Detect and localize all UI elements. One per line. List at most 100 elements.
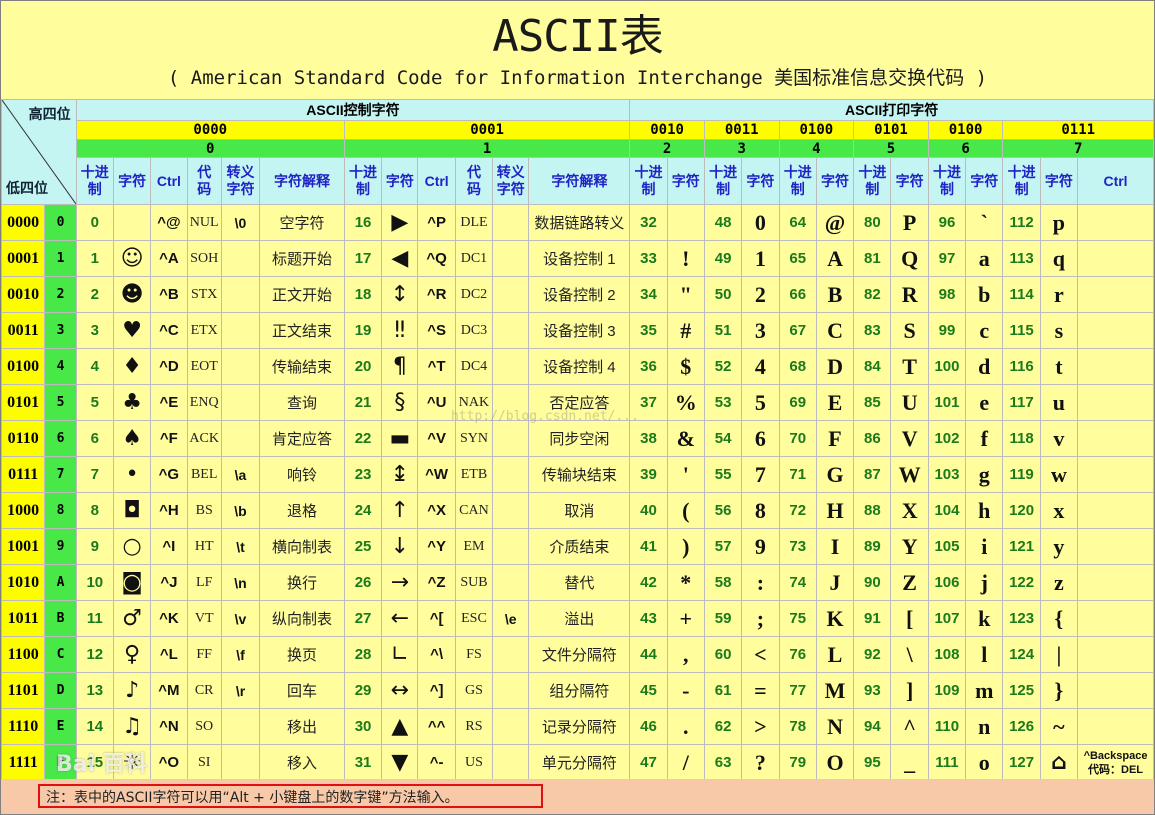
ctrl-cell-empty	[1077, 420, 1154, 457]
dec-cell: 126	[1002, 708, 1041, 745]
ctrl-cell: ^H	[150, 492, 188, 529]
char-cell: .	[666, 708, 705, 745]
ctrl-cell: ^D	[150, 348, 188, 385]
dec-cell: 55	[703, 456, 743, 493]
code-cell: DC4	[454, 348, 494, 385]
char-cell: b	[965, 276, 1004, 313]
escape-cell	[220, 708, 261, 745]
low-bits: 1100	[1, 636, 46, 673]
desc-cell: 移入	[259, 744, 345, 781]
char-cell: H	[815, 492, 855, 529]
escape-cell	[492, 492, 530, 529]
dec-cell: 105	[927, 528, 967, 565]
dec-cell: 109	[927, 672, 967, 709]
dec-cell: 112	[1002, 204, 1041, 241]
dec-cell: 95	[853, 744, 892, 781]
col-header-dec: 十进制	[75, 157, 114, 205]
escape-cell	[492, 312, 530, 349]
char-cell: a	[965, 240, 1004, 277]
dec-cell: 57	[703, 528, 743, 565]
desc-cell: 组分隔符	[528, 672, 631, 709]
desc-cell: 纵向制表	[259, 600, 345, 637]
dec-cell: 47	[629, 744, 668, 781]
col-header-desc: 字符解释	[259, 157, 345, 205]
char-cell: :	[741, 564, 780, 601]
code-cell: NUL	[186, 204, 222, 241]
ctrl-cell-empty	[1077, 528, 1154, 565]
dec-cell: 5	[75, 384, 114, 421]
watermark-logo: Bai 百科	[56, 752, 147, 777]
dec-cell: 41	[629, 528, 668, 565]
escape-cell: \r	[220, 672, 261, 709]
char-cell: x	[1039, 492, 1079, 529]
ctrl-cell: ^]	[417, 672, 456, 709]
char-cell: ◙	[112, 564, 152, 601]
dec-cell: 34	[629, 276, 668, 313]
low-hex: 9	[44, 528, 77, 565]
high-num-5: 5	[853, 139, 929, 158]
dec-cell: 69	[778, 384, 817, 421]
char-cell: )	[666, 528, 705, 565]
desc-cell: 标题开始	[259, 240, 345, 277]
ctrl-cell: ^B	[150, 276, 188, 313]
char-cell: ♂	[112, 600, 152, 637]
table-row: 1011 B 11 ♂ ^K VT \v 纵向制表 27 ← ^[ESC \e 溢出 43 +59; 75 K 9…	[1, 600, 1154, 637]
char-cell: ♦	[112, 348, 152, 385]
low-hex: 4	[44, 348, 77, 385]
low-hex: 5	[44, 384, 77, 421]
code-cell: US	[454, 744, 494, 781]
escape-cell	[492, 528, 530, 565]
code-cell: DC3	[454, 312, 494, 349]
low-hex: 3	[44, 312, 77, 349]
char-cell: A	[815, 240, 855, 277]
low-hex: 0	[44, 204, 77, 241]
del-note: ^Backspace 代码：DEL	[1077, 744, 1154, 781]
dec-cell: 116	[1002, 348, 1041, 385]
code-cell: EOT	[186, 348, 222, 385]
char-cell: j	[965, 564, 1004, 601]
char-cell: f	[965, 420, 1004, 457]
dec-cell: 8	[75, 492, 114, 529]
ctrl-cell: ^C	[150, 312, 188, 349]
ctrl-cell: ^@	[150, 204, 188, 241]
char-cell: ♠	[112, 420, 152, 457]
char-cell: g	[965, 456, 1004, 493]
char-cell: X	[890, 492, 929, 529]
char-cell: W	[890, 456, 929, 493]
high-bits-4: 0100	[778, 120, 855, 140]
desc-cell: 设备控制 4	[528, 348, 631, 385]
low-bits: 1001	[1, 528, 46, 565]
low-bits: 0111	[1, 456, 46, 493]
low-bits: 1011	[1, 600, 46, 637]
char-cell: ⌂	[1039, 744, 1079, 781]
char-cell: ;	[741, 600, 780, 637]
char-cell: _	[890, 744, 929, 781]
dec-cell: 84	[853, 348, 892, 385]
col-header-char: 字符	[890, 157, 929, 205]
char-cell: 1	[741, 240, 780, 277]
dec-cell: 51	[703, 312, 743, 349]
ctrl-cell: ^U	[417, 384, 456, 421]
ctrl-cell-empty	[1077, 672, 1154, 709]
escape-cell: \n	[220, 564, 261, 601]
char-cell: s	[1039, 312, 1079, 349]
char-cell: ◘	[112, 492, 152, 529]
ctrl-cell: ^L	[150, 636, 188, 673]
page-subtitle: ( American Standard Code for Information…	[167, 67, 988, 89]
col-header-dec: 十进制	[853, 157, 892, 205]
low-bits: 0101	[1, 384, 46, 421]
ctrl-cell: ^\	[417, 636, 456, 673]
code-cell: SUB	[454, 564, 494, 601]
escape-cell: \f	[220, 636, 261, 673]
high-bits-6: 0100	[927, 120, 1004, 140]
dec-cell: 3	[75, 312, 114, 349]
dec-cell: 127	[1002, 744, 1041, 781]
dec-cell: 12	[75, 636, 114, 673]
low-hex: E	[44, 708, 77, 745]
desc-cell: 同步空闲	[528, 420, 631, 457]
char-cell: u	[1039, 384, 1079, 421]
char-cell: ↑	[381, 492, 419, 529]
dec-cell: 86	[853, 420, 892, 457]
desc-cell: 记录分隔符	[528, 708, 631, 745]
dec-cell: 56	[703, 492, 743, 529]
